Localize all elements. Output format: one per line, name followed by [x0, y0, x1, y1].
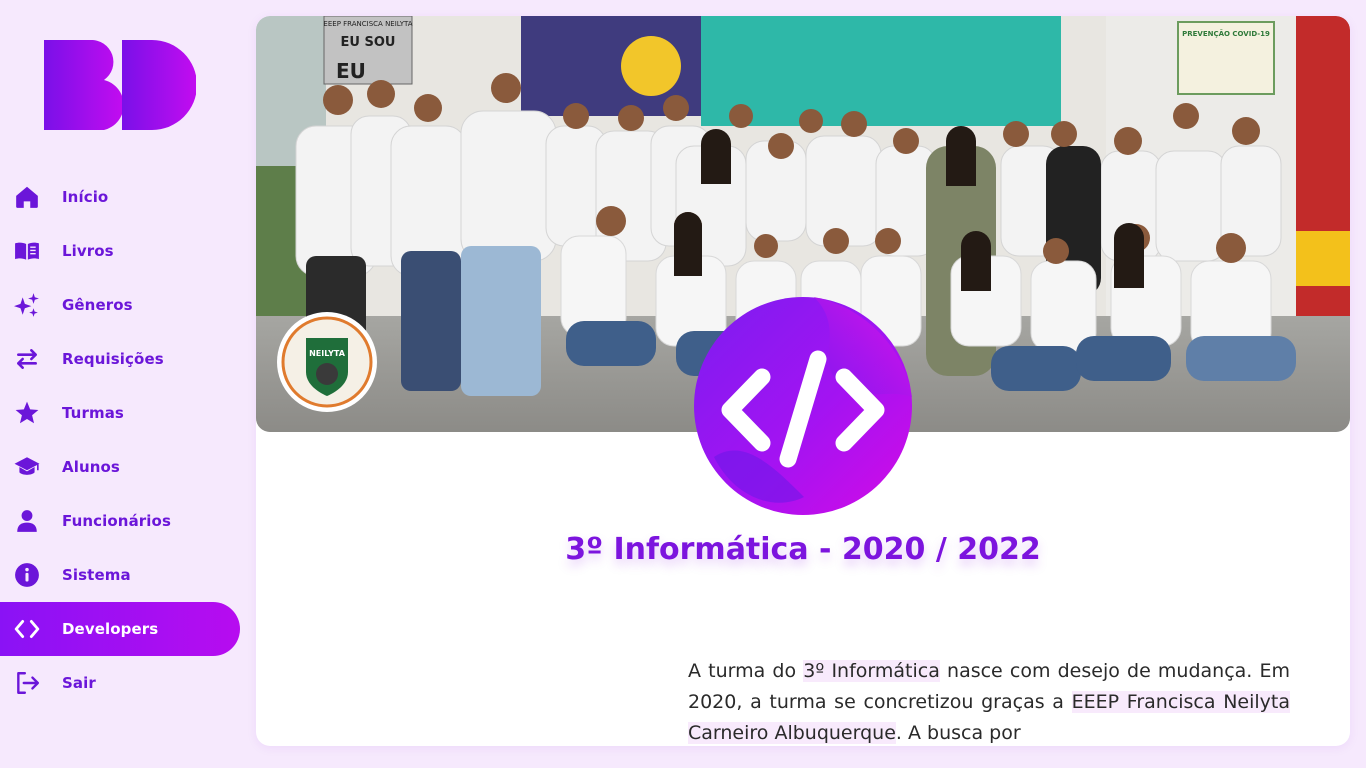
sidebar-item-label: Alunos [62, 458, 120, 476]
sparkles-icon [12, 290, 42, 320]
book-open-icon [12, 236, 42, 266]
sidebar-item-label: Sair [62, 674, 96, 692]
sign-text-eu-sou: EU SOU [341, 35, 396, 50]
sidebar-item-label: Gêneros [62, 296, 133, 314]
star-icon [12, 398, 42, 428]
user-icon [12, 506, 42, 536]
sign-text-school: EEEP FRANCISCA NEILYTA [323, 20, 412, 28]
sidebar-item-label: Requisições [62, 350, 164, 368]
sidebar-item-funcionarios[interactable]: Funcionários [0, 494, 240, 548]
sidebar-item-developers[interactable]: Developers [0, 602, 240, 656]
class-description: A turma do 3º Informática nasce com dese… [688, 656, 1290, 746]
school-seal-text: NEILYTA [309, 349, 346, 358]
sidebar-item-sistema[interactable]: Sistema [0, 548, 240, 602]
class-title: 3º Informática - 2020 / 2022 [565, 532, 1041, 567]
logout-icon [12, 668, 42, 698]
sign-text-eu: EU [336, 59, 366, 83]
sidebar-item-sair[interactable]: Sair [0, 656, 240, 710]
developers-panel: EEEP FRANCISCA NEILYTA EU SOU EU PREVENÇ… [256, 16, 1350, 746]
sidebar-item-turmas[interactable]: Turmas [0, 386, 240, 440]
sidebar-item-alunos[interactable]: Alunos [0, 440, 240, 494]
sidebar-item-generos[interactable]: Gêneros [0, 278, 240, 332]
code-icon [12, 614, 42, 644]
sidebar-item-label: Turmas [62, 404, 124, 422]
info-icon [12, 560, 42, 590]
sidebar-item-livros[interactable]: Livros [0, 224, 240, 278]
app-logo[interactable] [44, 39, 197, 131]
sidebar-item-label: Sistema [62, 566, 131, 584]
sidebar-item-label: Início [62, 188, 109, 206]
sidebar-item-label: Livros [62, 242, 114, 260]
home-icon [12, 182, 42, 212]
arrows-exchange-icon [12, 344, 42, 374]
graduation-cap-icon [12, 452, 42, 482]
class-code-icon [694, 297, 912, 515]
sidebar-item-inicio[interactable]: Início [0, 170, 240, 224]
highlight-class-name: 3º Informática [803, 660, 940, 682]
sidebar-item-requisicoes[interactable]: Requisições [0, 332, 240, 386]
sidebar: Início Livros Gêneros Requisições Turmas [0, 0, 256, 768]
poster-text: PREVENÇÃO COVID-19 [1182, 29, 1270, 38]
description-text: . A busca por [895, 722, 1021, 744]
sidebar-nav: Início Livros Gêneros Requisições Turmas [0, 170, 240, 710]
sidebar-item-label: Developers [62, 620, 159, 638]
sidebar-item-label: Funcionários [62, 512, 171, 530]
description-text: A turma do [688, 660, 804, 682]
